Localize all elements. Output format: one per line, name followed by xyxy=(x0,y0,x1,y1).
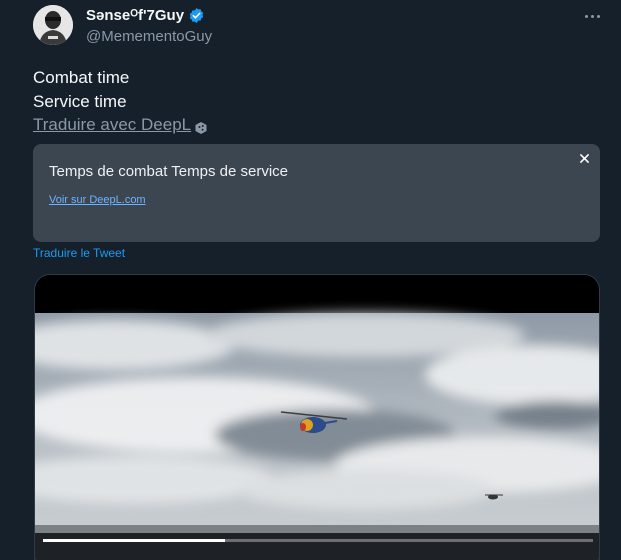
avatar[interactable] xyxy=(33,5,73,45)
more-options-icon[interactable] xyxy=(578,6,606,26)
tweet-text-line: Combat time xyxy=(33,68,130,87)
display-name[interactable]: Sənseᴼf'7Guy xyxy=(86,7,205,24)
deepl-logo-icon xyxy=(194,118,208,134)
tweet-text: Combat time Service time xyxy=(33,66,129,114)
tweet: Sənseᴼf'7Guy @MemementoGuy Combat time S… xyxy=(0,0,621,560)
video-frame[interactable] xyxy=(35,275,600,560)
translate-with-deepl-link[interactable]: Traduire avec DeepL xyxy=(33,113,208,137)
user-handle[interactable]: @MemementoGuy xyxy=(86,28,212,45)
tweet-text-line: Service time xyxy=(33,92,127,111)
translate-tweet-link[interactable]: Traduire le Tweet xyxy=(33,246,125,260)
translation-box: Temps de combat Temps de service Voir su… xyxy=(33,144,600,242)
video-progress-fill xyxy=(43,539,225,542)
view-on-deepl-link[interactable]: Voir sur DeepL.com xyxy=(49,194,146,206)
close-icon[interactable] xyxy=(576,150,592,166)
video-progress-bar[interactable] xyxy=(43,539,593,542)
translation-text: Temps de combat Temps de service xyxy=(49,163,288,180)
display-name-text[interactable]: Sənseᴼf'7Guy xyxy=(86,7,184,24)
video-player[interactable] xyxy=(34,274,600,560)
translate-with-deepl-label[interactable]: Traduire avec DeepL xyxy=(33,113,191,137)
verified-badge-icon xyxy=(188,7,205,24)
